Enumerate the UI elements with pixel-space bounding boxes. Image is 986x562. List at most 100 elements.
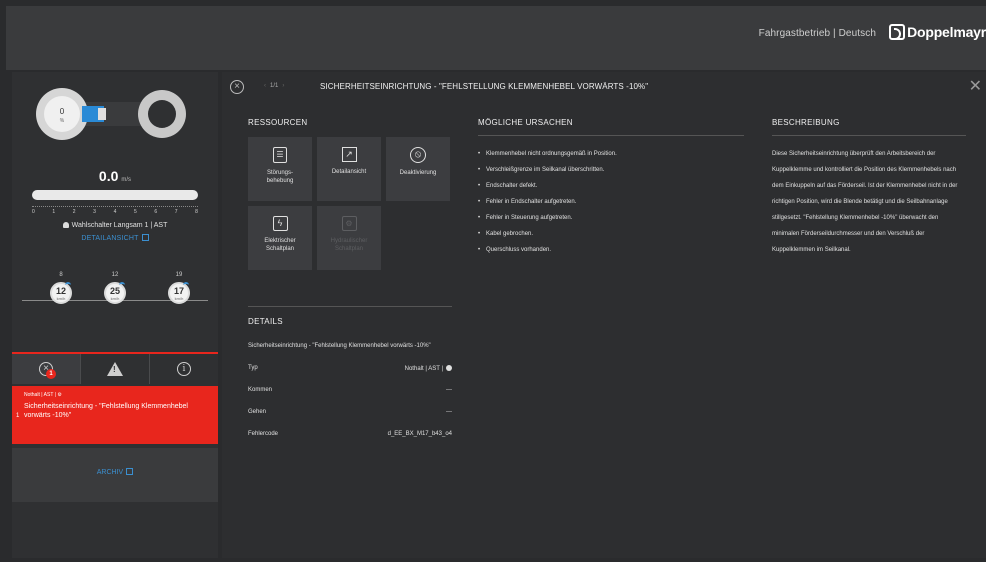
detail-key: Gehen [248, 409, 267, 415]
scale-label: 2 [72, 209, 76, 215]
divider [248, 306, 452, 307]
cause-item: Verschleißgrenze im Seilkanal überschrit… [478, 162, 744, 178]
dialog-title: SICHERHEITSEINRICHTUNG - "FEHLSTELLUNG K… [320, 82, 649, 91]
dial-value: 12 [55, 286, 66, 296]
cause-item: Querschluss vorhanden. [478, 242, 744, 258]
scale-labels: 0 1 2 3 4 5 6 7 8 [32, 209, 198, 215]
scale-label: 3 [93, 209, 96, 215]
resources-section: RESSOURCEN Störungs- behebung Detailansi… [248, 118, 452, 270]
selector-switch-status: Wahlschalter Langsam 1 | AST [12, 222, 218, 229]
scale-label: 6 [154, 209, 158, 215]
line-speed: 0.0 m/s [12, 168, 218, 184]
detail-row-type: Typ Nothalt | AST | [248, 365, 452, 375]
possible-causes-section: MÖGLICHE URSACHEN Klemmenhebel nicht ord… [478, 118, 744, 258]
ban-icon [410, 147, 426, 163]
error-icon: × [230, 80, 244, 94]
error-count-badge: 1 [46, 369, 56, 379]
tab-errors[interactable]: × 1 [12, 354, 81, 384]
status-sidebar: 0 % 0.0 m/s 0 1 2 3 4 5 6 7 8 Wahlschalter Langsa… [12, 72, 218, 558]
dial-unit: km/h [174, 296, 184, 301]
external-link-icon [141, 234, 149, 241]
pager-label: 1/1 [270, 83, 279, 89]
cause-item: Klemmenhebel nicht ordnungsgemäß in Posi… [478, 146, 744, 162]
gauge-unit: % [60, 118, 65, 124]
resource-tile-electrical-diagram[interactable]: Elektrischer Schaltplan [248, 206, 312, 270]
alarm-tabs: × 1 i [12, 352, 218, 384]
scale-label: 5 [133, 209, 137, 215]
scale-label: 1 [52, 209, 56, 215]
electrical-icon [272, 216, 288, 231]
detail-row-coming: Kommen --- [248, 387, 452, 397]
alarm-pager: ‹ 1/1 › [260, 83, 288, 89]
speed-scale: 0 1 2 3 4 5 6 7 8 [32, 204, 198, 218]
causes-heading: MÖGLICHE URSACHEN [478, 118, 573, 127]
detail-row-error-code: Fehlercode d_EE_BX_M17_b43_o4 [248, 431, 452, 441]
dial-top-label: 19 [175, 272, 183, 278]
resource-tile-troubleshooting[interactable]: Störungs- behebung [248, 137, 312, 201]
dial-value: 17 [173, 286, 184, 296]
brand-logo: Doppelmayr [889, 24, 986, 40]
resource-tile-deactivation[interactable]: Deaktivierung [386, 137, 450, 201]
speed-bar [32, 190, 198, 200]
alarm-meta: Nothalt | AST | ⚙ [24, 392, 208, 398]
brand-name: Doppelmayr [907, 24, 986, 40]
dial-top-label: 12 [111, 272, 119, 278]
prev-arrow-icon[interactable]: ‹ [264, 83, 266, 89]
alarm-detail-dialog: × ‹ 1/1 › SICHERHEITSEINRICHTUNG - "FEHLST… [222, 72, 986, 558]
alarm-type: Nothalt | AST | [24, 392, 56, 398]
description-text: Diese Sicherheitseinrichtung überprüft d… [772, 151, 958, 253]
dialog-title-bar: × ‹ 1/1 › SICHERHEITSEINRICHTUNG - "FEHLST… [222, 72, 986, 102]
scale-label: 4 [113, 209, 117, 215]
selector-switch-label: Wahlschalter Langsam 1 | AST [71, 222, 168, 229]
description-section: BESCHREIBUNG Diese Sicherheitseinrichtun… [772, 118, 966, 258]
speed-unit: m/s [121, 177, 132, 183]
dial-top-label: 8 [59, 272, 63, 278]
resource-tile-label: Deaktivierung [399, 170, 437, 176]
details-description: Sicherheitseinrichtung - "Fehlstellung K… [248, 343, 431, 349]
document-icon [273, 147, 287, 163]
detail-view-label: DETAILANSICHT [81, 235, 139, 242]
mode-language-menu[interactable]: Fahrgastbetrieb | Deutsch [759, 28, 876, 39]
detail-key: Fehlercode [248, 431, 279, 437]
detail-value-text: Nothalt | AST | [404, 366, 443, 372]
close-icon[interactable]: ✕ [969, 76, 982, 96]
speed-dials: 8 12 km/h 12 25 km/h 19 17 km/h [22, 272, 208, 326]
details-section: DETAILS Sicherheitseinrichtung - "Fehlst… [248, 306, 452, 441]
dial-circle: 17 km/h [168, 282, 190, 304]
tab-info[interactable]: i [150, 354, 218, 384]
dial-unit: km/h [56, 296, 66, 301]
scale-label: 8 [195, 209, 198, 215]
next-arrow-icon[interactable]: › [282, 83, 284, 89]
top-bar: Fahrgastbetrieb | Deutsch Doppelmayr [6, 6, 986, 70]
details-heading: DETAILS [248, 317, 283, 326]
resource-tile-label: Elektrischer Schaltplan [264, 238, 296, 252]
dial-2: 12 25 km/h [100, 272, 130, 304]
causes-list: Klemmenhebel nicht ordnungsgemäß in Posi… [478, 146, 744, 258]
external-link-icon [126, 468, 134, 475]
detail-view-link[interactable]: DETAILANSICHT [12, 234, 218, 242]
hydraulic-icon [341, 216, 357, 231]
dial-value: 25 [109, 286, 120, 296]
scale-label: 0 [32, 209, 35, 215]
gear-icon [446, 365, 452, 371]
cause-item: Fehler in Steuerung aufgetreten. [478, 210, 744, 226]
resource-tile-detail-view[interactable]: Detailansicht [317, 137, 381, 201]
archive-label: ARCHIV [96, 469, 124, 476]
alarm-list-item[interactable]: Nothalt | AST | ⚙ 1 Sicherheitseinrichtu… [12, 386, 218, 444]
scale-label: 7 [174, 209, 178, 215]
dial-3: 19 17 km/h [164, 272, 194, 304]
divider [772, 135, 966, 136]
resource-tiles: Störungs- behebung Detailansicht Deaktiv… [248, 137, 452, 270]
cause-item: Kabel gebrochen. [478, 226, 744, 242]
cause-item: Endschalter defekt. [478, 178, 744, 194]
resource-tile-label: Störungs- behebung [266, 170, 294, 184]
doppelmayr-logo-icon [889, 24, 906, 40]
dial-unit: km/h [110, 296, 120, 301]
tab-warnings[interactable] [81, 354, 150, 384]
archive-link[interactable]: ARCHIV [96, 468, 134, 476]
user-icon [62, 222, 69, 228]
dial-circle: 25 km/h [104, 282, 126, 304]
cause-item: Fehler in Endschalter aufgetreten. [478, 194, 744, 210]
alarm-message: Sicherheitseinrichtung - "Fehlstellung K… [24, 403, 188, 419]
detail-value: --- [446, 387, 452, 393]
